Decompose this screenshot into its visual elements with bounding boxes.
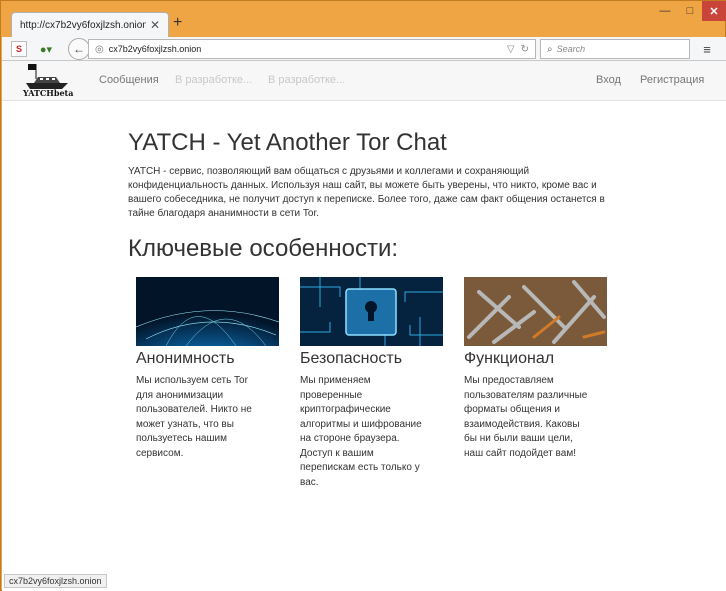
tools-image bbox=[464, 277, 607, 346]
features-heading: Ключевые особенности: bbox=[128, 235, 399, 262]
globe-icon: ◎ bbox=[95, 43, 104, 55]
nav-in-development-2: В разработке... bbox=[268, 74, 346, 86]
tor-onion-icon[interactable]: ●▾ bbox=[35, 41, 57, 57]
back-button[interactable]: ← bbox=[68, 38, 90, 60]
circuit-lock-image bbox=[300, 277, 443, 346]
feature-title: Анонимность bbox=[136, 350, 235, 367]
close-window-icon[interactable]: ✕ bbox=[702, 1, 726, 21]
web-page: YATCHbeta Сообщения В разработке... В ра… bbox=[2, 61, 726, 591]
feature-functionality: Функционал Мы предоставляем пользователя… bbox=[464, 277, 608, 461]
address-bar[interactable]: ◎ cx7b2vy6foxjlzsh.onion ▽ ↻ bbox=[88, 39, 536, 59]
extension-s-icon[interactable]: S bbox=[11, 41, 27, 57]
feature-title: Функционал bbox=[464, 350, 555, 367]
nav-login[interactable]: Вход bbox=[596, 74, 621, 86]
status-bar: cx7b2vy6foxjlzsh.onion bbox=[4, 574, 107, 588]
nav-in-development-1: В разработке... bbox=[175, 74, 253, 86]
intro-text: YATCH - сервис, позволяющий вам общаться… bbox=[128, 166, 605, 219]
nav-register[interactable]: Регистрация bbox=[640, 74, 704, 86]
new-tab-icon[interactable]: + bbox=[173, 14, 182, 32]
search-input[interactable]: ⌕ Search bbox=[540, 39, 690, 59]
feature-text: Мы предоставляем пользователям различные… bbox=[464, 375, 588, 459]
search-icon: ⌕ bbox=[547, 43, 553, 55]
dropdown-icon[interactable]: ▽ bbox=[507, 44, 515, 55]
browser-window: — □ ✕ http://cx7b2vy6foxjlzsh.onion/ ✕ +… bbox=[0, 0, 726, 591]
browser-tab[interactable]: http://cx7b2vy6foxjlzsh.onion/ ✕ bbox=[11, 12, 169, 37]
feature-text: Мы применяем проверенные криптографическ… bbox=[300, 375, 422, 488]
site-navbar: YATCHbeta Сообщения В разработке... В ра… bbox=[2, 61, 726, 101]
tab-title: http://cx7b2vy6foxjlzsh.onion/ bbox=[20, 19, 146, 31]
reload-icon[interactable]: ↻ bbox=[521, 44, 529, 55]
tab-close-icon[interactable]: ✕ bbox=[150, 18, 160, 32]
minimize-icon[interactable]: — bbox=[653, 1, 677, 21]
feature-anonymity: Анонимность Мы используем сеть Tor для а… bbox=[136, 277, 280, 461]
globe-network-image bbox=[136, 277, 279, 346]
site-logo[interactable]: YATCHbeta bbox=[22, 63, 74, 99]
feature-title: Безопасность bbox=[300, 350, 403, 367]
logo-text: YATCHbeta bbox=[23, 88, 74, 98]
url-text[interactable]: cx7b2vy6foxjlzsh.onion bbox=[109, 44, 501, 54]
title-bar: — □ ✕ http://cx7b2vy6foxjlzsh.onion/ ✕ + bbox=[1, 1, 726, 37]
feature-security: Безопасность Мы применяем проверенные кр… bbox=[300, 277, 444, 490]
back-arrow-icon: ← bbox=[73, 42, 85, 56]
search-placeholder: Search bbox=[556, 44, 586, 54]
page-title: YATCH - Yet Another Tor Chat bbox=[128, 129, 447, 156]
feature-text: Мы используем сеть Tor для анонимизации … bbox=[136, 375, 252, 459]
nav-messages[interactable]: Сообщения bbox=[99, 74, 159, 86]
navigation-toolbar: S ●▾ ← ◎ cx7b2vy6foxjlzsh.onion ▽ ↻ ⌕ Se… bbox=[2, 37, 726, 61]
menu-icon[interactable]: ≡ bbox=[699, 41, 715, 57]
maximize-icon[interactable]: □ bbox=[678, 1, 702, 21]
